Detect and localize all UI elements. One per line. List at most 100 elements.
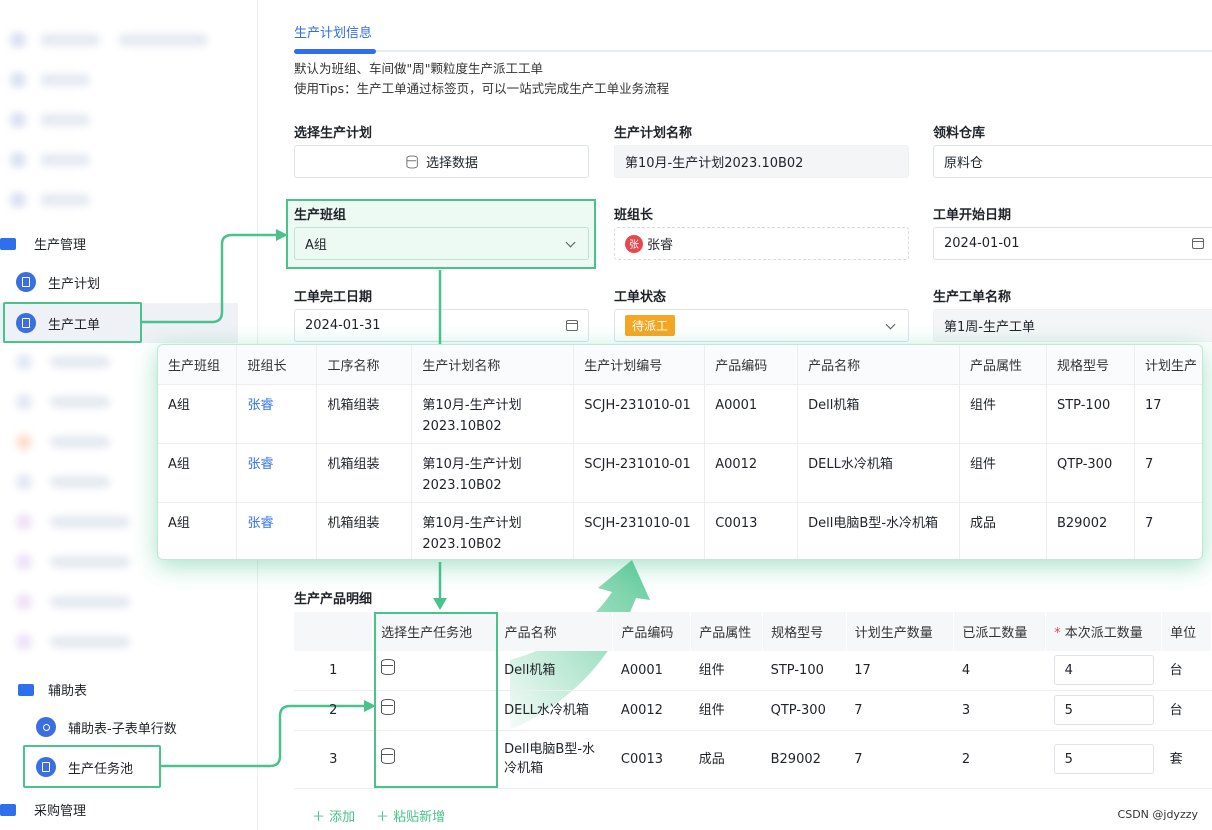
dispatch-quantity-input[interactable]: 5 <box>1053 744 1154 774</box>
popup-table-row[interactable]: A组 张睿 机箱组装 第10月-生产计划 2023.10B02 SCJH-231010-0… <box>158 443 1202 503</box>
cell-text: 组件 <box>970 456 997 472</box>
cell-text: A0001 <box>715 397 758 413</box>
add-row-label: 添加 <box>329 810 356 825</box>
header-text: 产品名称 <box>504 626 557 641</box>
detail-cell: 7 <box>846 730 954 789</box>
header-text: 已派工数量 <box>962 626 1028 641</box>
popup-cell: SCJH-231010-01 <box>573 384 706 444</box>
leader-link[interactable]: 张睿 <box>236 384 318 444</box>
cell-text: Dell机箱 <box>808 397 860 413</box>
header-text: 计划生产数量 <box>854 626 933 641</box>
popup-cell: 7 <box>1134 502 1202 559</box>
popup-cell: SCJH-231010-01 <box>573 443 706 503</box>
header-text: 产品编码 <box>621 626 674 641</box>
required-mark: * <box>1054 626 1065 641</box>
cell-text: A组 <box>168 397 190 413</box>
header-text: 规格型号 <box>771 626 824 641</box>
popup-cell: A0012 <box>704 443 799 503</box>
add-row-button[interactable]: ＋ 添加 <box>312 806 355 825</box>
detail-cell: 4 <box>953 651 1046 691</box>
detail-cell: 台 <box>1161 690 1212 731</box>
popup-cell: 第10月-生产计划 2023.10B02 <box>411 443 575 503</box>
detail-cell: 5 <box>1045 730 1162 789</box>
detail-cell: 1 <box>294 651 373 691</box>
popup-cell: QTP-300 <box>1046 443 1135 503</box>
popup-column-header: 产品编码 <box>704 345 799 385</box>
cell-text: 机箱组装 <box>327 515 380 531</box>
detail-cell: 4 <box>1045 651 1162 691</box>
detail-cell: 成品 <box>690 730 763 789</box>
popup-cell: 机箱组装 <box>316 384 413 444</box>
cell-text: 张睿 <box>247 515 274 531</box>
cell-text: 组件 <box>970 397 997 413</box>
popup-cell: 组件 <box>959 384 1047 444</box>
detail-cell: DELL水冷机箱 <box>496 690 613 731</box>
dispatch-quantity-input[interactable]: 4 <box>1053 655 1154 686</box>
detail-cell: 套 <box>1161 730 1212 789</box>
detail-column-header: 产品属性 <box>690 612 764 651</box>
detail-column-header: 产品名称 <box>496 612 614 651</box>
popup-cell: B29002 <box>1046 502 1135 559</box>
cell-text: A组 <box>168 456 190 472</box>
plan-data-popup: 生产班组 班组长 工序名称 生产计划名称 生产计划编号 产品编码 产品名称 产品属性 规格型号计… <box>157 344 1203 560</box>
cell-text: C0013 <box>715 515 758 531</box>
popup-cell: DELL水冷机箱 <box>797 443 961 503</box>
cell-text: 机箱组装 <box>327 397 380 413</box>
popup-cell: A组 <box>158 384 238 444</box>
popup-cell: 第10月-生产计划 2023.10B02 <box>411 502 575 559</box>
popup-cell: 第10月-生产计划 2023.10B02 <box>411 384 575 444</box>
cell-text: 张睿 <box>247 397 274 413</box>
popup-cell: C0013 <box>704 502 799 559</box>
cell-text: 第10月-生产计划 <box>422 397 522 413</box>
popup-column-header: 规格型号 <box>1046 345 1135 385</box>
detail-cell: 2 <box>953 730 1046 789</box>
detail-section-title: 生产产品明细 <box>294 592 373 607</box>
detail-cell: 3 <box>953 690 1046 731</box>
header-text: 本次派工数量 <box>1064 626 1143 641</box>
screen: 生产管理 生产计划 生产工单 辅助表 辅助表-子表单行数 生产任务池 采购管理 … <box>0 0 1212 830</box>
detail-column-header: 已派工数量 <box>953 612 1047 651</box>
popup-cell: 17 <box>1134 384 1202 444</box>
popup-table-row[interactable]: A组 张睿 机箱组装 第10月-生产计划 2023.10B02 SCJH-231010-0… <box>158 502 1202 559</box>
cell-text: 第10月-生产计划 <box>422 456 522 472</box>
popup-cell: SCJH-231010-01 <box>573 502 706 559</box>
cell-text: A0012 <box>715 456 758 472</box>
popup-column-header: 产品属性 <box>959 345 1047 385</box>
detail-column-header: 单位 <box>1161 612 1212 651</box>
detail-cell: C0013 <box>612 730 691 789</box>
detail-column-header: 计划生产数量 <box>846 612 955 651</box>
detail-cell: QTP-300 <box>762 690 847 731</box>
cell-text: 第10月-生产计划 <box>422 515 522 531</box>
popup-column-header: 产品名称 <box>797 345 961 385</box>
cell-text: SCJH-231010-01 <box>584 397 691 413</box>
popup-cell: STP-100 <box>1046 384 1135 444</box>
cell-text: 成品 <box>970 515 997 531</box>
popup-cell: A组 <box>158 443 238 503</box>
popup-cell: 机箱组装 <box>316 502 413 559</box>
popup-cell: Dell机箱 <box>797 384 961 444</box>
popup-cell: 机箱组装 <box>316 443 413 503</box>
popup-cell: A组 <box>158 502 238 559</box>
watermark: CSDN @jdyzzy <box>1117 808 1198 821</box>
detail-cell: A0012 <box>612 690 691 731</box>
cell-text: Dell电脑B型-水冷机箱 <box>808 515 939 531</box>
dispatch-quantity-input[interactable]: 5 <box>1053 695 1154 725</box>
cell-text: 2023.10B02 <box>422 418 502 434</box>
cell-text: 7 <box>1144 515 1154 531</box>
detail-cell: 组件 <box>690 690 763 731</box>
detail-cell: 组件 <box>690 651 763 691</box>
cell-text: 7 <box>1144 456 1154 472</box>
paste-add-button[interactable]: ＋ 粘贴新增 <box>376 806 445 825</box>
cell-text: SCJH-231010-01 <box>584 515 691 531</box>
taskpool-column-highlight <box>374 612 498 788</box>
detail-cell: 3 <box>294 730 373 789</box>
leader-link[interactable]: 张睿 <box>236 502 318 559</box>
popup-table-row[interactable]: A组 张睿 机箱组装 第10月-生产计划 2023.10B02 SCJH-231010-0… <box>158 384 1202 444</box>
popup-column-header: 计划生产 <box>1134 345 1202 385</box>
cell-text: 2023.10B02 <box>422 536 502 552</box>
detail-cell: 17 <box>846 651 954 691</box>
cell-text: B29002 <box>1056 515 1108 531</box>
leader-link[interactable]: 张睿 <box>236 443 318 503</box>
detail-cell: STP-100 <box>762 651 847 691</box>
detail-column-header: 产品编码 <box>612 612 692 651</box>
